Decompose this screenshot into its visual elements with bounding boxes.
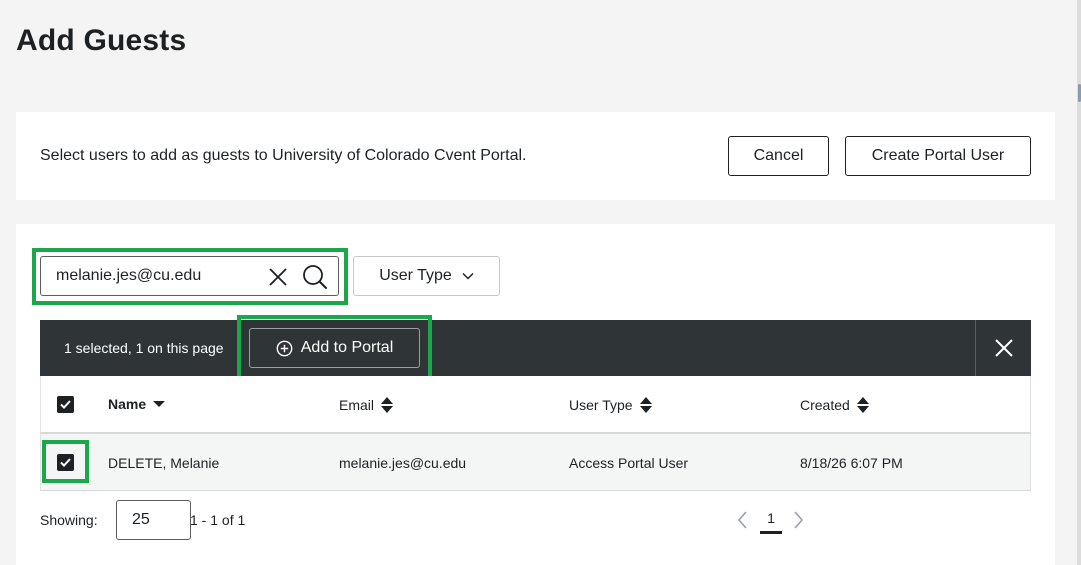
sort-icon: [856, 397, 869, 413]
check-icon: [60, 400, 71, 409]
page-size-input[interactable]: 25: [116, 500, 191, 540]
search-icon[interactable]: [301, 263, 329, 291]
sort-descending-icon: [153, 401, 166, 407]
guest-search-card: melanie.jes@cu.edu User Type 1 selected,…: [16, 224, 1055, 565]
column-header-created[interactable]: Created: [800, 396, 870, 414]
user-type-filter-button[interactable]: User Type: [353, 256, 500, 296]
sort-icon: [639, 397, 652, 413]
cell-created: 8/18/26 6:07 PM: [800, 455, 903, 471]
sort-icon: [381, 397, 394, 413]
cell-email: melanie.jes@cu.edu: [339, 455, 467, 471]
selection-count: 1 selected, 1 on this page: [64, 340, 224, 356]
intro-text: Select users to add as guests to Univers…: [40, 147, 527, 164]
column-header-user-type[interactable]: User Type: [569, 396, 653, 414]
bulk-action-bar: 1 selected, 1 on this page Add to Portal: [40, 320, 1031, 376]
guests-table: Name Email User Type Created DELETE, Mel…: [40, 376, 1031, 491]
column-email-label: Email: [339, 397, 375, 413]
cancel-button[interactable]: Cancel: [728, 136, 829, 176]
page-title: Add Guests: [16, 24, 187, 57]
close-icon: [994, 339, 1013, 357]
intro-card: Select users to add as guests to Univers…: [16, 112, 1055, 200]
clear-icon[interactable]: [267, 266, 289, 288]
search-input[interactable]: melanie.jes@cu.edu: [40, 256, 339, 296]
plus-circle-icon: [276, 340, 293, 356]
cell-user-type: Access Portal User: [569, 455, 689, 471]
column-header-name[interactable]: Name: [108, 396, 166, 412]
column-name-label: Name: [108, 396, 147, 412]
table-footer: Showing: 25 1 - 1 of 1 1: [40, 500, 1031, 540]
add-to-portal-label: Add to Portal: [300, 339, 394, 356]
add-to-portal-button[interactable]: Add to Portal: [249, 328, 420, 368]
showing-label: Showing:: [40, 512, 98, 528]
page-number-current[interactable]: 1: [760, 508, 782, 534]
cell-name: DELETE, Melanie: [108, 455, 220, 471]
result-range: 1 - 1 of 1: [190, 512, 246, 528]
add-guests-page: Add Guests Select users to add as guests…: [0, 0, 1081, 565]
column-user-type-label: User Type: [569, 397, 633, 413]
column-header-email[interactable]: Email: [339, 396, 394, 414]
check-icon: [60, 458, 71, 467]
create-portal-user-button[interactable]: Create Portal User: [845, 136, 1031, 176]
clear-selection-button[interactable]: [976, 320, 1031, 376]
chevron-left-icon[interactable]: [735, 510, 751, 530]
table-header: Name Email User Type Created: [40, 376, 1031, 434]
column-created-label: Created: [800, 397, 850, 413]
table-row[interactable]: DELETE, Melanie melanie.jes@cu.edu Acces…: [40, 434, 1031, 491]
select-all-checkbox[interactable]: [57, 396, 74, 413]
chevron-down-icon: [462, 272, 474, 280]
user-type-filter-label: User Type: [379, 267, 452, 284]
row-checkbox[interactable]: [57, 454, 74, 471]
search-value: melanie.jes@cu.edu: [56, 267, 202, 284]
chevron-right-icon[interactable]: [790, 510, 806, 530]
